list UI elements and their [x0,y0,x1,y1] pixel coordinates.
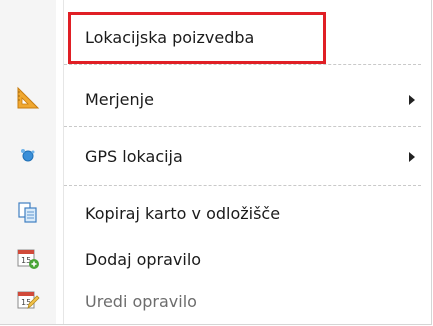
menu-item-label: Kopiraj karto v odložišče [85,204,281,223]
menu-item-label: Merjenje [85,90,154,109]
highlight-box [68,12,326,64]
submenu-arrow-icon [409,152,415,162]
menu-separator [64,185,421,186]
menu-item-label: GPS lokacija [85,147,183,166]
menu-item-uredi-opravilo[interactable]: Uredi opravilo [64,286,431,318]
ruler-triangle-icon [17,86,40,109]
menu-item-dodaj-opravilo[interactable]: Dodaj opravilo [64,244,431,276]
menu-separator [64,64,421,65]
context-menu: Lokacijska poizvedba Merjenje GPS lokaci… [0,0,432,325]
menu-separator [64,126,421,127]
menu-item-label: Uredi opravilo [85,292,197,311]
gps-dots-icon [21,149,35,162]
calendar-add-icon: 15 [17,249,39,269]
menu-item-kopiraj-karto[interactable]: Kopiraj karto v odložišče [64,198,431,230]
copy-icon [18,202,37,223]
calendar-edit-icon: 15 [17,291,40,309]
menu-item-label: Dodaj opravilo [85,250,202,269]
submenu-arrow-icon [409,95,415,105]
menu-item-gps-lokacija[interactable]: GPS lokacija [64,141,431,173]
menu-item-merjenje[interactable]: Merjenje [64,84,431,116]
